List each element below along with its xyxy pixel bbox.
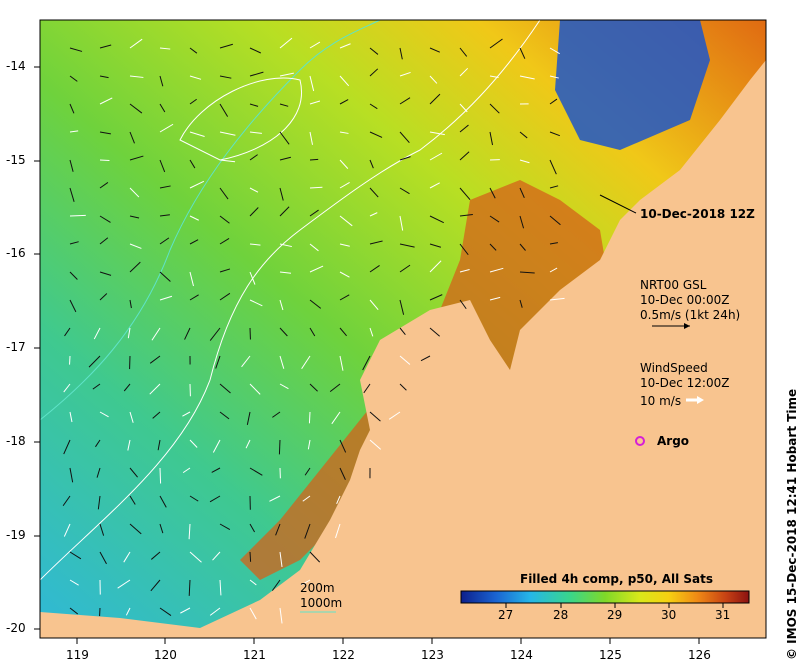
y-tick-label: -16 [6,246,26,260]
timestamp-annotation: 10-Dec-2018 12Z [640,207,755,221]
y-tick-label: -20 [6,621,26,635]
vector-arrow [309,158,319,161]
x-tick-label: 122 [332,648,355,662]
x-tick-label: 124 [510,648,533,662]
y-tick-label: -18 [6,434,26,448]
colorbar-title: Filled 4h comp, p50, All Sats [520,572,714,586]
colorbar-tick-label: 27 [498,608,514,622]
argo-label: Argo [657,434,690,448]
currents-time: 10-Dec 00:00Z [640,293,730,307]
colorbar-tick-label: 30 [661,608,677,622]
vector-arrow [249,551,252,562]
colorbar [460,590,750,604]
x-axis-ticks [76,638,700,644]
y-axis-ticks [34,66,40,630]
y-tick-label: -17 [6,340,26,354]
wind-title: WindSpeed [640,361,708,375]
x-tick-label: 126 [688,648,711,662]
x-tick-label: 125 [599,648,622,662]
x-tick-label: 119 [66,648,89,662]
credit-text: © IMOS 15-Dec-2018 12:41 Hobart Time [785,388,799,660]
y-tick-label: -19 [6,528,26,542]
colorbar-tick-label: 31 [715,608,731,622]
x-tick-label: 121 [243,648,266,662]
vector-arrow [278,439,281,455]
currents-scale: 0.5m/s (1kt 24h) [640,308,741,322]
vector-arrow [308,411,311,424]
wind-time: 10-Dec 12:00Z [640,376,730,390]
x-tick-label: 120 [154,648,177,662]
colorbar-tick-label: 29 [607,608,623,622]
y-tick-label: -15 [6,153,26,167]
wind-scale: 10 m/s [640,394,682,408]
currents-title: NRT00 GSL [640,278,707,292]
colorbar-tick-label: 28 [553,608,569,622]
vector-arrow [69,214,86,217]
y-tick-label: -14 [6,59,26,73]
isobath-1000m-label: 1000m [300,596,343,610]
vector-arrow [159,467,162,484]
x-tick-label: 123 [421,648,444,662]
vector-arrow [99,159,110,162]
isobath-200m-label: 200m [300,581,335,595]
